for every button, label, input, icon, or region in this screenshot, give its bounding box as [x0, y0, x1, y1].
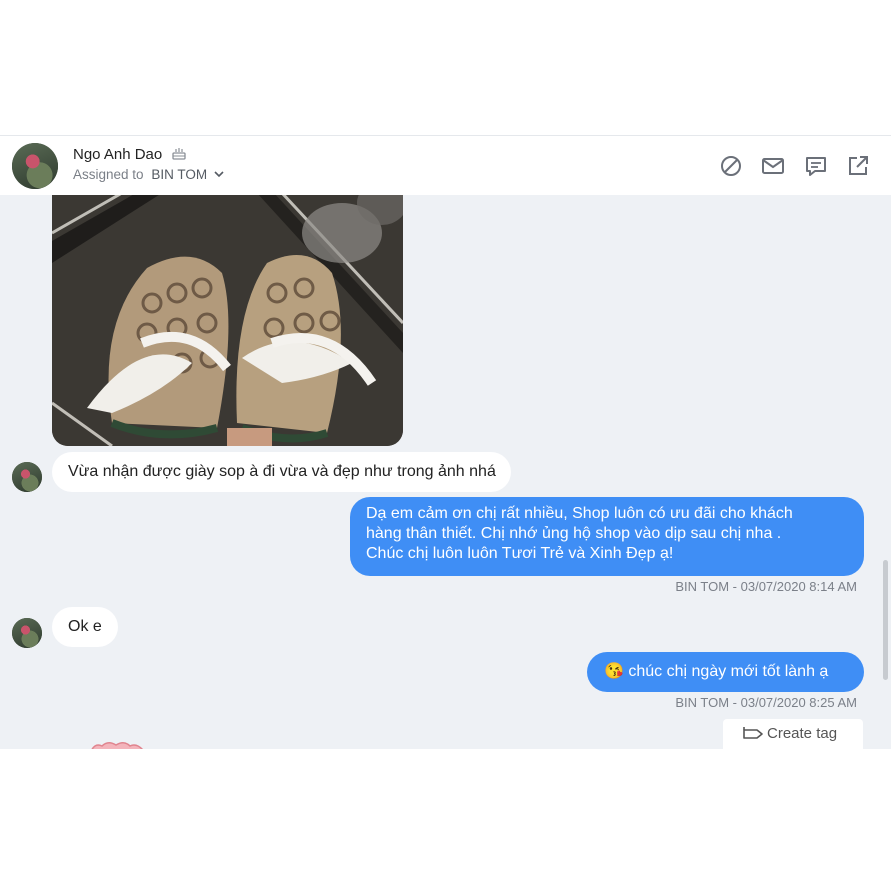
assignee-selector[interactable]: Assigned to BIN TOM	[73, 167, 224, 182]
conversation-header: Ngo Anh Dao Assigned to BIN TOM	[0, 135, 891, 195]
chevron-down-icon	[214, 171, 224, 178]
message-text: Vừa nhận được giày sop à đi vừa và đẹp n…	[68, 463, 496, 480]
outgoing-message-bubble: Dạ em cảm ơn chị rất nhiều, Shop luôn có…	[350, 497, 864, 576]
assigned-label: Assigned to	[73, 167, 144, 182]
message-text: chúc chị ngày mới tốt lành ạ	[628, 663, 829, 680]
create-tag-label: Create tag	[767, 725, 838, 742]
outgoing-message-bubble: 😘 chúc chị ngày mới tốt lành ạ	[587, 652, 864, 692]
message-timestamp: BIN TOM - 03/07/2020 8:25 AM	[675, 695, 857, 710]
contact-avatar[interactable]	[12, 618, 42, 648]
contact-avatar[interactable]	[12, 143, 58, 189]
message-text: Ok e	[68, 618, 102, 635]
contact-name[interactable]: Ngo Anh Dao	[73, 146, 187, 163]
assignee-name: BIN TOM	[151, 167, 208, 182]
external-link-icon[interactable]	[846, 154, 870, 178]
kiss-emoji-icon: 😘	[604, 663, 624, 680]
scrollbar-thumb[interactable]	[883, 560, 888, 680]
shoes-photo-image	[52, 193, 403, 446]
mail-icon[interactable]	[761, 154, 785, 178]
create-tag-button[interactable]: Create tag	[723, 719, 863, 749]
incoming-message-bubble: Ok e	[52, 607, 118, 647]
birthday-cake-icon	[172, 148, 187, 160]
contact-name-label: Ngo Anh Dao	[73, 146, 163, 163]
incoming-message-bubble: Vừa nhận được giày sop à đi vừa và đẹp n…	[52, 452, 511, 492]
message-line: Chúc chị luôn luôn Tươi Trẻ và Xinh Đẹp …	[366, 545, 674, 562]
tag-icon	[743, 727, 763, 739]
sticker-icon	[91, 742, 144, 749]
message-timestamp: BIN TOM - 03/07/2020 8:14 AM	[675, 579, 857, 594]
block-icon[interactable]	[719, 154, 743, 178]
chat-window: Vừa nhận được giày sop à đi vừa và đẹp n…	[0, 135, 891, 749]
shoes-photo[interactable]	[52, 193, 403, 446]
message-line: hàng thân thiết. Chị nhớ ủng hộ shop vào…	[366, 525, 782, 542]
comment-icon[interactable]	[804, 154, 828, 178]
message-line: Dạ em cảm ơn chị rất nhiều, Shop luôn có…	[366, 505, 793, 522]
contact-avatar[interactable]	[12, 462, 42, 492]
